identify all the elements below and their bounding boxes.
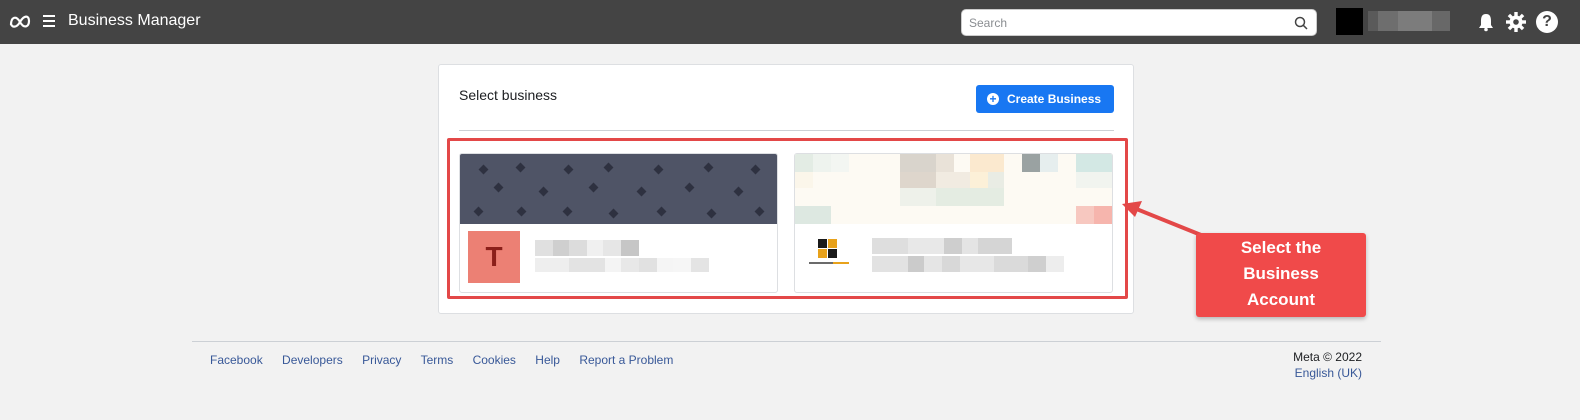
panel-title: Select business xyxy=(459,87,558,103)
language-link[interactable]: English (UK) xyxy=(1292,366,1362,380)
search-input[interactable] xyxy=(969,14,1289,32)
footer-right: Meta © 2022 English (UK) xyxy=(1292,350,1362,380)
annotation-callout: Select the Business Account xyxy=(1196,233,1366,317)
top-bar: Business Manager ? xyxy=(0,0,1580,44)
app-title[interactable]: Business Manager xyxy=(68,12,201,30)
search-box[interactable] xyxy=(961,9,1317,36)
help-icon[interactable]: ? xyxy=(1536,11,1558,33)
hamburger-icon[interactable] xyxy=(43,15,55,27)
callout-line-3: Account xyxy=(1247,290,1315,309)
account-avatar[interactable] xyxy=(1336,8,1363,35)
gear-icon[interactable] xyxy=(1505,11,1527,33)
footer-link-facebook[interactable]: Facebook xyxy=(210,353,263,367)
footer-link-cookies[interactable]: Cookies xyxy=(473,353,516,367)
footer-link-privacy[interactable]: Privacy xyxy=(362,353,401,367)
create-business-label: Create Business xyxy=(1007,92,1102,106)
callout-line-1: Select the xyxy=(1240,238,1322,257)
account-name-redacted[interactable] xyxy=(1368,11,1450,31)
footer-link-help[interactable]: Help xyxy=(535,353,560,367)
divider xyxy=(459,130,1114,131)
create-business-button[interactable]: + Create Business xyxy=(976,85,1114,113)
plus-circle-icon: + xyxy=(987,93,999,105)
meta-logo-icon[interactable] xyxy=(8,12,32,30)
footer-link-report-problem[interactable]: Report a Problem xyxy=(579,353,673,367)
highlight-box xyxy=(447,138,1128,299)
footer-divider xyxy=(192,341,1381,342)
footer-links: Facebook Developers Privacy Terms Cookie… xyxy=(210,353,689,367)
copyright-text: Meta © 2022 xyxy=(1293,350,1362,364)
search-icon[interactable] xyxy=(1294,16,1308,30)
callout-line-2: Business xyxy=(1243,264,1319,283)
bell-icon[interactable] xyxy=(1476,12,1496,32)
footer-link-developers[interactable]: Developers xyxy=(282,353,343,367)
footer-link-terms[interactable]: Terms xyxy=(421,353,454,367)
